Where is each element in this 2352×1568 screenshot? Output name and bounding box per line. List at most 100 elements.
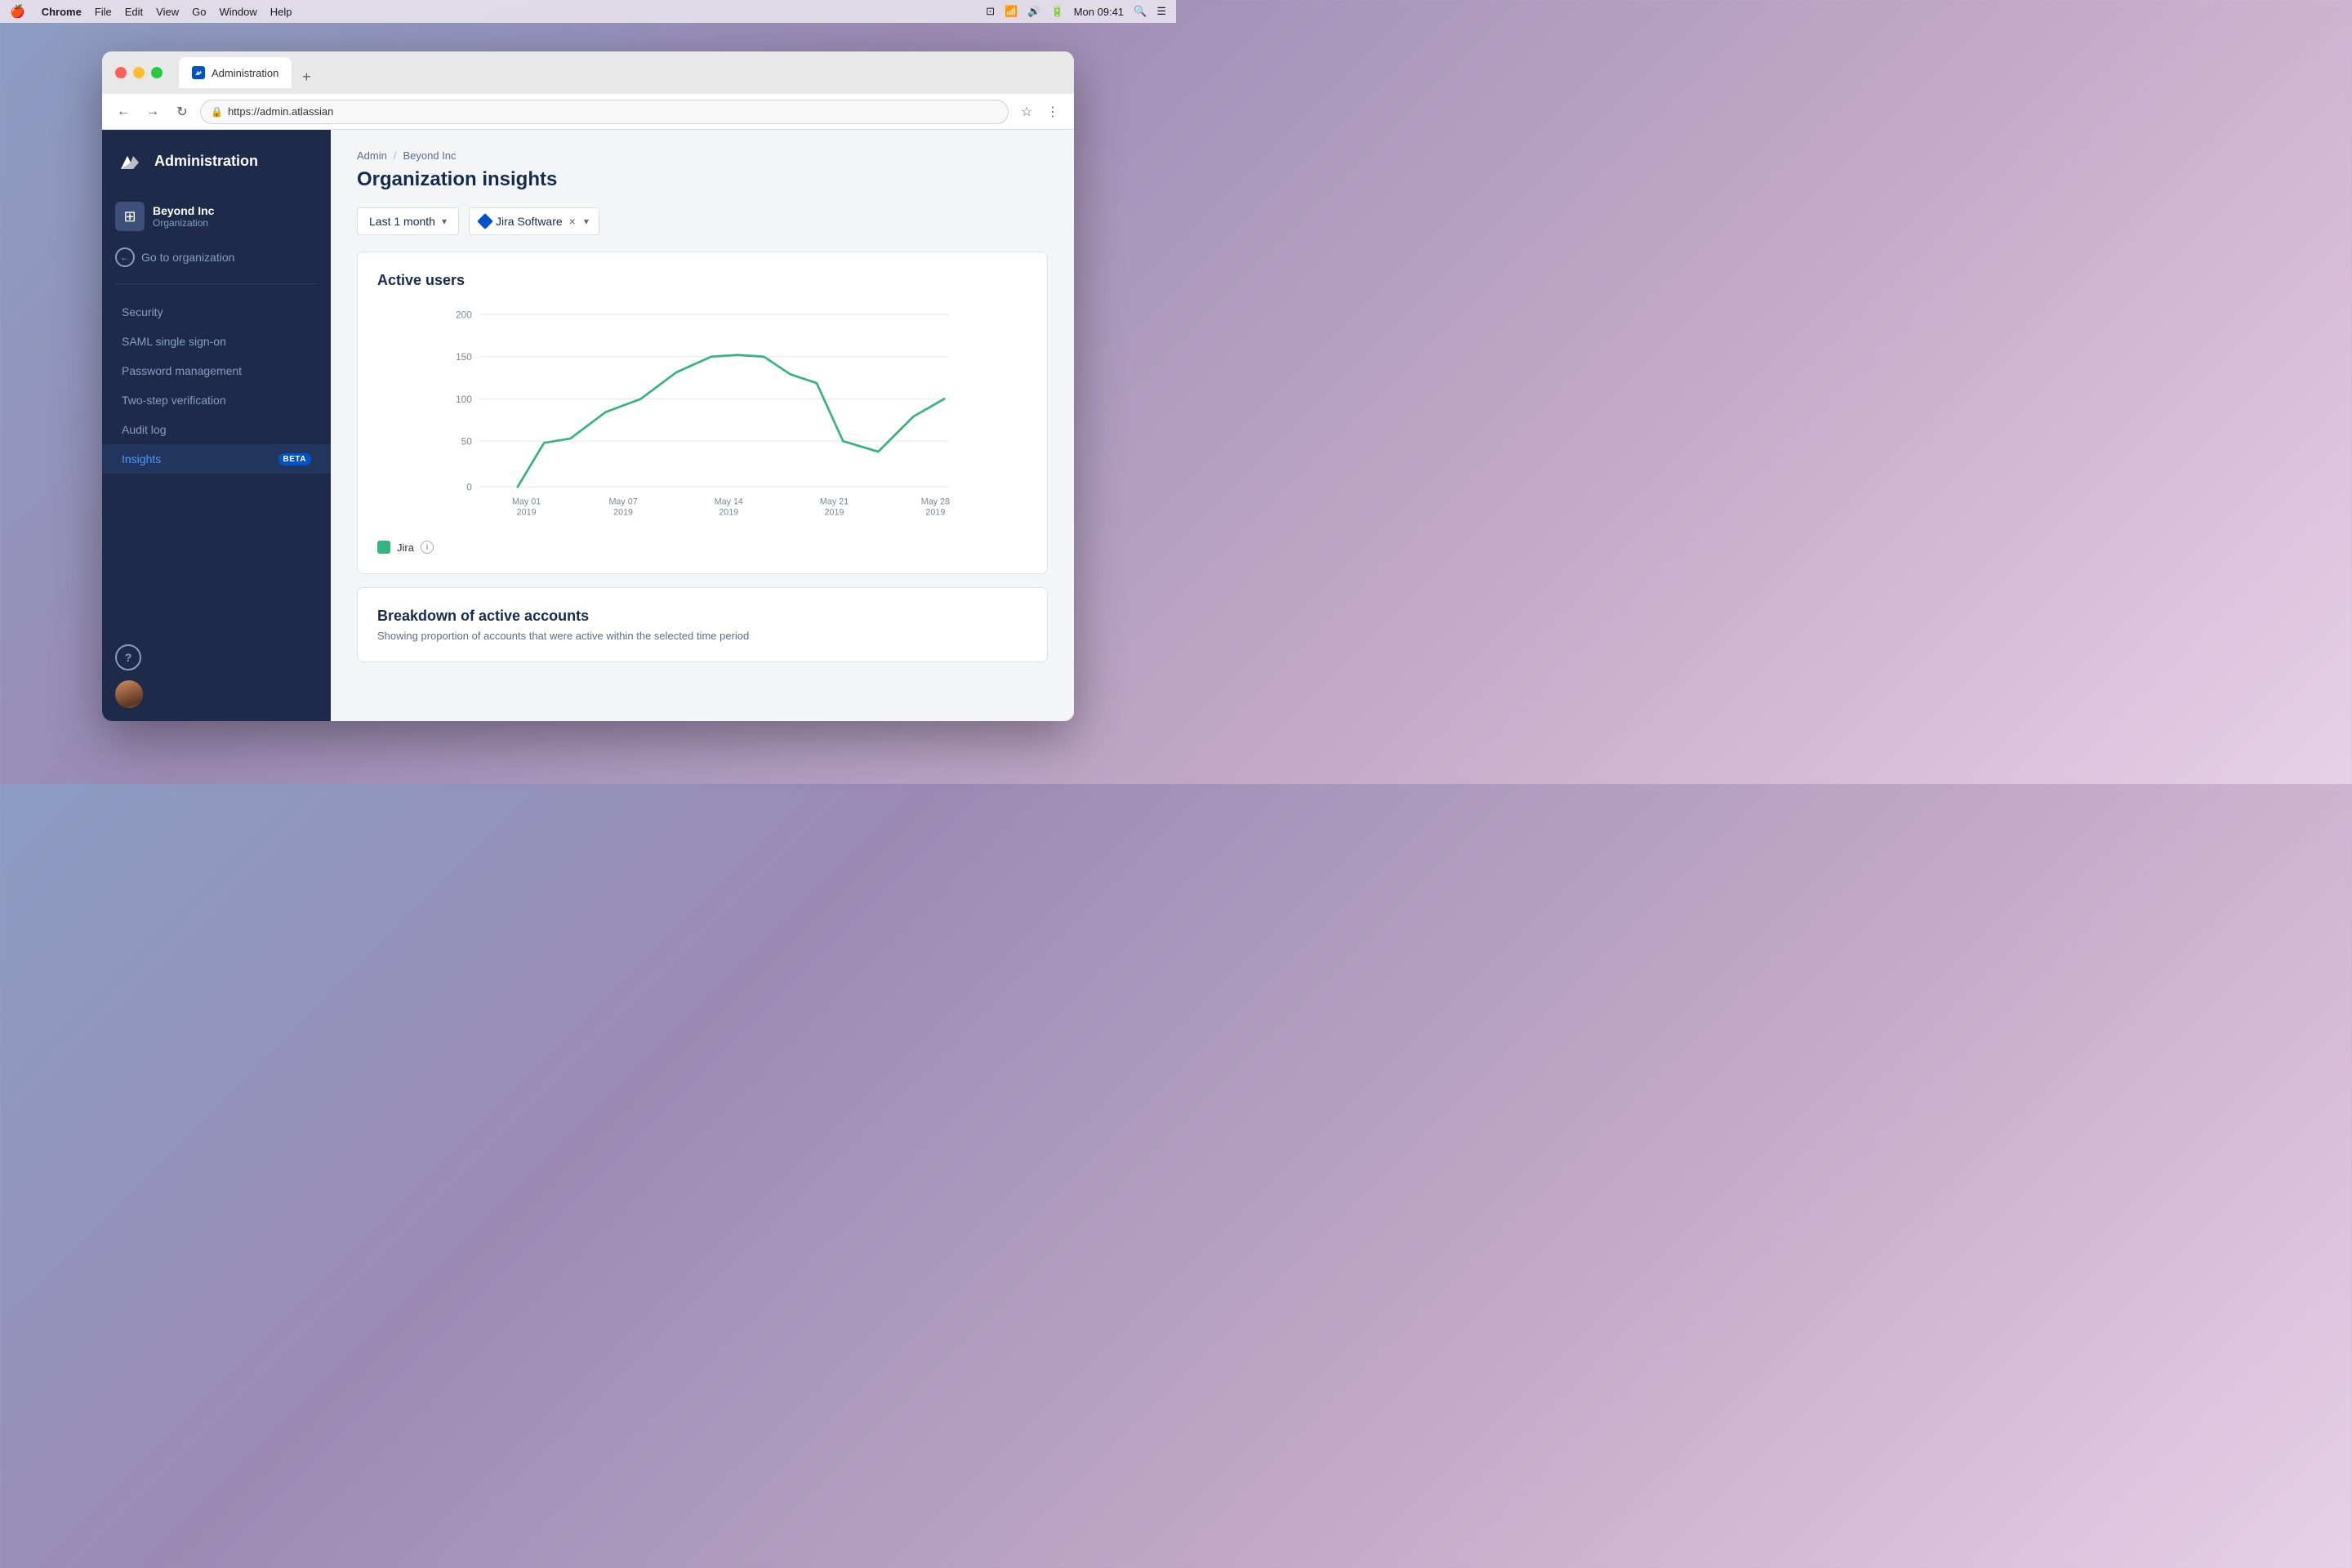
product-filter: Jira Software × ▾ <box>469 207 599 235</box>
menu-help[interactable]: Help <box>270 6 292 18</box>
main-content: Admin / Beyond Inc Organization insights… <box>331 130 1074 721</box>
sidebar-bottom: ? <box>102 631 331 721</box>
breadcrumb-separator: / <box>394 149 397 162</box>
svg-text:May 14: May 14 <box>715 497 743 507</box>
forward-button[interactable]: → <box>141 100 164 123</box>
cast-icon: ⊡ <box>986 5 995 18</box>
chart-line <box>518 355 944 488</box>
browser-content: Administration ⊞ Beyond Inc Organization… <box>102 130 1074 721</box>
product-filter-close-button[interactable]: × <box>569 215 576 228</box>
tab-label: Administration <box>212 67 278 79</box>
chart-legend: Jira i <box>377 541 1027 554</box>
url-text: https://admin.atlassian <box>228 105 333 118</box>
volume-icon: 🔊 <box>1027 5 1040 18</box>
toolbar-right: ☆ ⋮ <box>1015 100 1064 123</box>
org-icon: ⊞ <box>115 202 145 231</box>
menu-icon[interactable]: ☰ <box>1156 5 1166 18</box>
sidebar-header: Administration <box>102 130 331 192</box>
sidebar-title: Administration <box>154 153 258 170</box>
svg-text:2019: 2019 <box>825 508 844 518</box>
time-display: Mon 09:41 <box>1074 6 1124 18</box>
insights-label: Insights <box>122 452 161 466</box>
active-users-title: Active users <box>377 272 1027 289</box>
address-bar[interactable]: 🔒 https://admin.atlassian <box>200 100 1009 124</box>
tab-favicon <box>192 66 205 79</box>
svg-text:May 07: May 07 <box>608 497 637 507</box>
svg-text:100: 100 <box>456 394 472 405</box>
svg-text:0: 0 <box>466 481 472 492</box>
sidebar-item-security[interactable]: Security <box>102 297 331 327</box>
filters-row: Last 1 month ▾ Jira Software × ▾ <box>357 207 1048 235</box>
wifi-icon: 📶 <box>1004 5 1018 18</box>
beta-badge: BETA <box>278 453 311 466</box>
product-filter-expand-button[interactable]: ▾ <box>584 216 589 227</box>
active-tab[interactable]: Administration <box>179 57 292 88</box>
browser-titlebar: Administration + <box>102 51 1074 94</box>
search-icon[interactable]: 🔍 <box>1134 5 1147 18</box>
breakdown-title: Breakdown of active accounts <box>377 608 1027 625</box>
nav-section: Security SAML single sign-on Password ma… <box>102 284 331 487</box>
org-subtitle: Organization <box>153 217 214 229</box>
password-label: Password management <box>122 364 242 377</box>
svg-text:2019: 2019 <box>719 508 738 518</box>
menu-go[interactable]: Go <box>192 6 206 18</box>
lock-icon: 🔒 <box>211 106 223 118</box>
legend-label-jira: Jira <box>397 541 414 554</box>
minimize-button[interactable] <box>133 67 145 78</box>
sidebar-item-twostep[interactable]: Two-step verification <box>102 385 331 415</box>
active-users-chart: 200 150 100 50 0 <box>377 302 1027 531</box>
app-name[interactable]: Chrome <box>42 6 82 18</box>
atlassian-favicon-icon <box>194 69 203 77</box>
jira-diamond-icon <box>477 213 493 229</box>
svg-text:May 28: May 28 <box>921 497 950 507</box>
audit-label: Audit log <box>122 423 166 436</box>
page-title: Organization insights <box>357 168 1048 191</box>
new-tab-button[interactable]: + <box>295 65 318 88</box>
svg-text:200: 200 <box>456 309 472 320</box>
back-button[interactable]: ← <box>112 100 135 123</box>
browser-window: Administration + ← → ↻ 🔒 https://admin.a… <box>102 51 1074 721</box>
menu-view[interactable]: View <box>156 6 179 18</box>
sidebar: Administration ⊞ Beyond Inc Organization… <box>102 130 331 721</box>
breadcrumb: Admin / Beyond Inc <box>357 149 1048 162</box>
apple-menu[interactable]: 🍎 <box>10 4 25 19</box>
browser-toolbar: ← → ↻ 🔒 https://admin.atlassian ☆ ⋮ <box>102 94 1074 130</box>
product-filter-label: Jira Software <box>496 215 563 228</box>
more-button[interactable]: ⋮ <box>1041 100 1064 123</box>
menubar-left: 🍎 Chrome File Edit View Go Window Help <box>10 4 292 19</box>
menu-edit[interactable]: Edit <box>125 6 143 18</box>
avatar-image <box>115 680 143 708</box>
menu-window[interactable]: Window <box>219 6 256 18</box>
sidebar-item-insights[interactable]: Insights BETA <box>102 444 331 474</box>
security-label: Security <box>122 305 163 318</box>
close-button[interactable] <box>115 67 127 78</box>
svg-text:2019: 2019 <box>613 508 633 518</box>
go-to-org-button[interactable]: ← Go to organization <box>115 244 318 270</box>
org-name: Beyond Inc <box>153 204 214 217</box>
reload-button[interactable]: ↻ <box>171 100 194 123</box>
sidebar-item-saml[interactable]: SAML single sign-on <box>102 327 331 356</box>
menu-file[interactable]: File <box>95 6 112 18</box>
time-filter-label: Last 1 month <box>369 215 435 228</box>
svg-text:2019: 2019 <box>925 508 945 518</box>
user-avatar[interactable] <box>115 680 143 708</box>
svg-text:2019: 2019 <box>517 508 537 518</box>
breadcrumb-admin[interactable]: Admin <box>357 149 387 162</box>
sidebar-item-audit[interactable]: Audit log <box>102 415 331 444</box>
help-button[interactable]: ? <box>115 644 141 670</box>
sidebar-item-password[interactable]: Password management <box>102 356 331 385</box>
traffic-lights <box>115 67 163 78</box>
go-to-org-label: Go to organization <box>141 251 234 264</box>
saml-label: SAML single sign-on <box>122 335 226 348</box>
atlassian-logo-icon <box>117 148 143 174</box>
time-filter-dropdown[interactable]: Last 1 month ▾ <box>357 207 459 235</box>
svg-text:May 21: May 21 <box>820 497 849 507</box>
tab-bar: Administration + <box>179 57 1061 88</box>
breakdown-subtitle: Showing proportion of accounts that were… <box>377 630 1027 642</box>
svg-text:May 01: May 01 <box>512 497 541 507</box>
bookmark-button[interactable]: ☆ <box>1015 100 1038 123</box>
breakdown-card: Breakdown of active accounts Showing pro… <box>357 587 1048 662</box>
maximize-button[interactable] <box>151 67 163 78</box>
go-org-icon: ← <box>115 247 135 267</box>
legend-info-icon[interactable]: i <box>421 541 434 554</box>
